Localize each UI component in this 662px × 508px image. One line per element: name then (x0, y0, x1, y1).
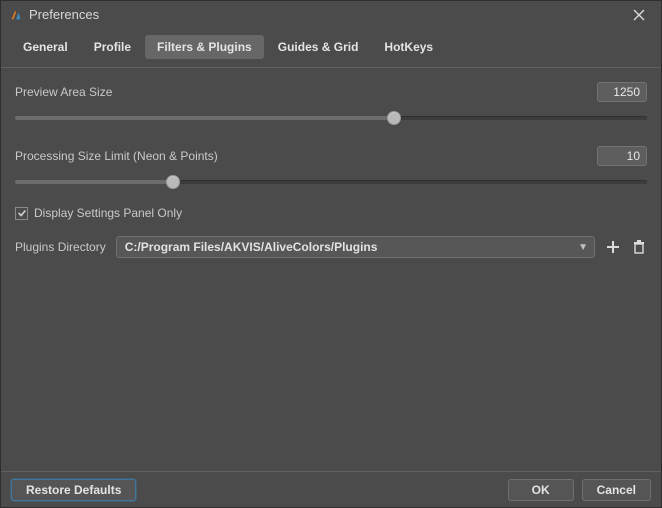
preview-area-size-label: Preview Area Size (15, 85, 112, 99)
processing-size-limit-value[interactable]: 10 (597, 146, 647, 166)
display-settings-panel-only-row[interactable]: Display Settings Panel Only (15, 206, 647, 220)
plugins-directory-select[interactable]: C:/Program Files/AKVIS/AliveColors/Plugi… (116, 236, 595, 258)
dialog-footer: Restore Defaults OK Cancel (1, 471, 661, 507)
add-plugins-dir-button[interactable] (605, 239, 621, 255)
filters-plugins-panel: Preview Area Size 1250 Processing Size L… (1, 68, 661, 471)
delete-plugins-dir-button[interactable] (631, 239, 647, 255)
tab-guides-grid[interactable]: Guides & Grid (266, 35, 371, 59)
slider-thumb[interactable] (387, 111, 401, 125)
close-icon (633, 9, 645, 21)
tab-profile[interactable]: Profile (82, 35, 143, 59)
tab-filters-plugins[interactable]: Filters & Plugins (145, 35, 264, 59)
trash-icon (632, 240, 646, 254)
slider-fill (15, 116, 394, 120)
display-settings-checkbox[interactable] (15, 207, 28, 220)
preferences-window: Preferences General Profile Filters & Pl… (0, 0, 662, 508)
tab-general[interactable]: General (11, 35, 80, 59)
preview-area-size-row: Preview Area Size 1250 (15, 82, 647, 102)
processing-size-limit-label: Processing Size Limit (Neon & Points) (15, 149, 218, 163)
restore-defaults-button[interactable]: Restore Defaults (11, 479, 136, 501)
tab-hotkeys[interactable]: HotKeys (372, 35, 445, 59)
plugins-directory-value: C:/Program Files/AKVIS/AliveColors/Plugi… (125, 240, 378, 254)
window-title: Preferences (29, 7, 625, 22)
app-icon (9, 8, 23, 22)
titlebar: Preferences (1, 1, 661, 29)
processing-size-limit-slider[interactable] (15, 174, 647, 190)
slider-thumb[interactable] (166, 175, 180, 189)
slider-fill (15, 180, 173, 184)
chevron-down-icon: ▼ (578, 242, 588, 253)
tabs-bar: General Profile Filters & Plugins Guides… (1, 29, 661, 68)
preview-area-size-slider[interactable] (15, 110, 647, 126)
plugins-directory-label: Plugins Directory (15, 240, 106, 254)
plugins-directory-row: Plugins Directory C:/Program Files/AKVIS… (15, 236, 647, 258)
display-settings-label: Display Settings Panel Only (34, 206, 182, 220)
preview-area-size-value[interactable]: 1250 (597, 82, 647, 102)
plus-icon (606, 240, 620, 254)
check-icon (17, 208, 27, 218)
cancel-button[interactable]: Cancel (582, 479, 651, 501)
ok-button[interactable]: OK (508, 479, 574, 501)
processing-size-limit-row: Processing Size Limit (Neon & Points) 10 (15, 146, 647, 166)
close-button[interactable] (625, 4, 653, 26)
